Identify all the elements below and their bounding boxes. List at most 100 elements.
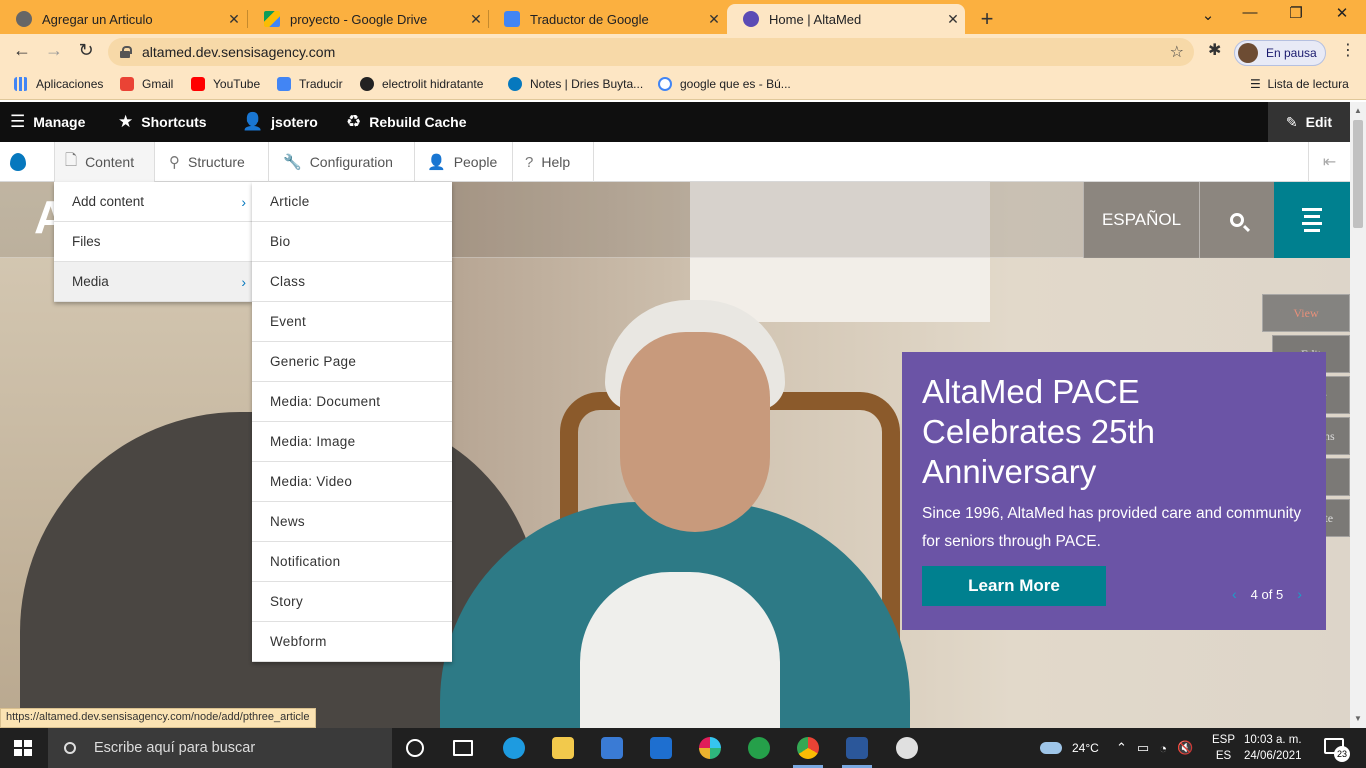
tray-item-configuration[interactable]: 🔧 Configuration [268, 142, 414, 182]
file-explorer-icon[interactable] [552, 737, 574, 759]
submenu-item-news[interactable]: News [252, 502, 452, 542]
submenu-item-event[interactable]: Event [252, 302, 452, 342]
task-view-icon[interactable] [453, 740, 473, 756]
edge-icon[interactable] [503, 737, 525, 759]
tab-view[interactable]: View [1262, 294, 1350, 332]
page-scrollbar[interactable]: ▲ ▼ [1350, 102, 1366, 728]
input-language[interactable]: ESP ES [1212, 732, 1235, 764]
collapse-tray-icon[interactable]: ⇤ [1308, 142, 1350, 182]
submenu-item-media-image[interactable]: Media: Image [252, 422, 452, 462]
submenu-item-media-document[interactable]: Media: Document [252, 382, 452, 422]
rebuild-cache-button[interactable]: ♻ Rebuild Cache [346, 102, 467, 142]
bookmark-electrolit[interactable]: electrolit hidratante [360, 77, 483, 91]
tab-search-icon[interactable]: ⌄ [1196, 6, 1220, 24]
battery-icon[interactable]: ▭ [1137, 740, 1149, 756]
browser-menu-icon[interactable]: ⋮ [1340, 40, 1356, 60]
browser-tab[interactable]: Agregar un Articulo ✕ [0, 4, 246, 34]
word-icon[interactable] [846, 737, 868, 759]
bookmark-translate[interactable]: Traducir [277, 77, 343, 91]
close-icon[interactable]: ✕ [464, 11, 488, 28]
edit-button[interactable]: ✎ Edit [1268, 102, 1350, 142]
clock[interactable]: 10:03 a. m. 24/06/2021 [1244, 732, 1302, 764]
admin-toolbar: ☰ Manage ★ Shortcuts 👤 jsotero ♻ Rebuild Cac… [0, 102, 1350, 142]
weather-widget[interactable]: 24°C [1040, 728, 1099, 768]
chevron-left-icon[interactable]: ‹ [1232, 586, 1237, 602]
taskbar-search[interactable]: Escribe aquí para buscar [48, 728, 392, 768]
close-icon[interactable]: ✕ [702, 11, 726, 28]
user-button[interactable]: 👤 jsotero [242, 102, 318, 142]
browser-tab[interactable]: proyecto - Google Drive ✕ [248, 4, 488, 34]
bookmark-notes[interactable]: Notes | Dries Buyta... [508, 77, 643, 91]
submenu-item-media-video[interactable]: Media: Video [252, 462, 452, 502]
tray-item-structure[interactable]: ⚲ Structure [154, 142, 268, 182]
pager-count: 4 of 5 [1250, 586, 1284, 602]
reading-list[interactable]: ☰ Lista de lectura [1250, 77, 1349, 91]
windows-start-icon[interactable] [14, 740, 32, 756]
language-switch[interactable]: ESPAÑOL [1083, 182, 1199, 258]
menu-item-media[interactable]: Media › [54, 262, 252, 302]
chevron-right-icon[interactable]: › [1297, 586, 1302, 602]
site-menu-button[interactable] [1274, 182, 1350, 258]
close-icon[interactable]: ✕ [222, 11, 246, 28]
document-icon: 🗋 [65, 151, 78, 169]
new-tab-button[interactable]: + [976, 6, 998, 32]
paint-icon[interactable] [896, 737, 918, 759]
submenu-item-webform[interactable]: Webform [252, 622, 452, 662]
notification-center-icon[interactable]: 23 [1324, 738, 1350, 762]
browser-tab-active[interactable]: Home | AltaMed ✕ [727, 4, 965, 34]
reload-icon[interactable]: ↻ [74, 40, 98, 61]
bookmark-gmail[interactable]: Gmail [120, 77, 173, 91]
submenu-item-article[interactable]: Article [252, 182, 452, 222]
wifi-icon[interactable]: ◔ [1159, 741, 1167, 756]
tray-item-content[interactable]: 🗋 Content [54, 142, 154, 182]
menu-item-files[interactable]: Files [54, 222, 252, 262]
scroll-up-icon[interactable]: ▲ [1354, 106, 1362, 115]
minimize-icon[interactable]: — [1238, 4, 1262, 21]
chrome-icon[interactable] [797, 737, 819, 759]
slack-icon[interactable] [699, 737, 721, 759]
menu-item-add-content[interactable]: Add content › [54, 182, 252, 222]
tray-item-people[interactable]: 👤 People [414, 142, 512, 182]
star-icon: ★ [118, 112, 134, 131]
back-icon[interactable]: ← [10, 40, 34, 61]
address-url[interactable]: altamed.dev.sensisagency.com [142, 44, 335, 60]
bookmarks-bar: Aplicaciones Gmail YouTube Traducir elec… [0, 70, 1366, 100]
bookmark-apps[interactable]: Aplicaciones [14, 77, 103, 91]
learn-more-button[interactable]: Learn More [922, 566, 1106, 606]
user-icon: 👤 [242, 112, 264, 131]
globe-icon [360, 77, 374, 91]
chevron-right-icon: › [241, 274, 246, 290]
address-bar[interactable]: altamed.dev.sensisagency.com ☆ [108, 38, 1194, 66]
close-icon[interactable]: ✕ [941, 11, 965, 28]
scroll-down-icon[interactable]: ▼ [1354, 714, 1362, 723]
bookmark-star-icon[interactable]: ☆ [1170, 42, 1184, 62]
submenu-item-bio[interactable]: Bio [252, 222, 452, 262]
avatar [1238, 43, 1258, 63]
recycle-icon: ♻ [346, 112, 362, 131]
mail-icon[interactable] [650, 737, 672, 759]
cortana-icon[interactable] [406, 739, 424, 757]
atom-icon[interactable] [748, 737, 770, 759]
site-search-button[interactable] [1199, 182, 1274, 258]
submenu-item-class[interactable]: Class [252, 262, 452, 302]
scrollbar-thumb[interactable] [1353, 120, 1363, 228]
browser-tab[interactable]: Traductor de Google ✕ [488, 4, 726, 34]
forward-icon[interactable]: → [42, 40, 66, 61]
manage-button[interactable]: ☰ Manage [10, 102, 85, 142]
extensions-icon[interactable]: ✱ [1208, 40, 1221, 60]
profile-button[interactable]: En pausa [1234, 40, 1326, 66]
bookmark-youtube[interactable]: YouTube [191, 77, 260, 91]
submenu-item-generic-page[interactable]: Generic Page [252, 342, 452, 382]
maximize-icon[interactable]: ❐ [1284, 4, 1308, 22]
bookmark-google[interactable]: google que es - Bú... [658, 77, 791, 91]
store-icon[interactable] [601, 737, 623, 759]
drupal-logo-icon[interactable] [10, 153, 26, 171]
chevron-up-icon[interactable]: ⌃ [1116, 740, 1127, 756]
volume-icon[interactable]: 🔇 [1177, 740, 1193, 756]
google-icon [658, 77, 672, 91]
shortcuts-button[interactable]: ★ Shortcuts [118, 102, 207, 142]
tray-item-help[interactable]: ? Help [512, 142, 594, 182]
submenu-item-notification[interactable]: Notification [252, 542, 452, 582]
submenu-item-story[interactable]: Story [252, 582, 452, 622]
close-window-icon[interactable]: ✕ [1330, 4, 1354, 22]
